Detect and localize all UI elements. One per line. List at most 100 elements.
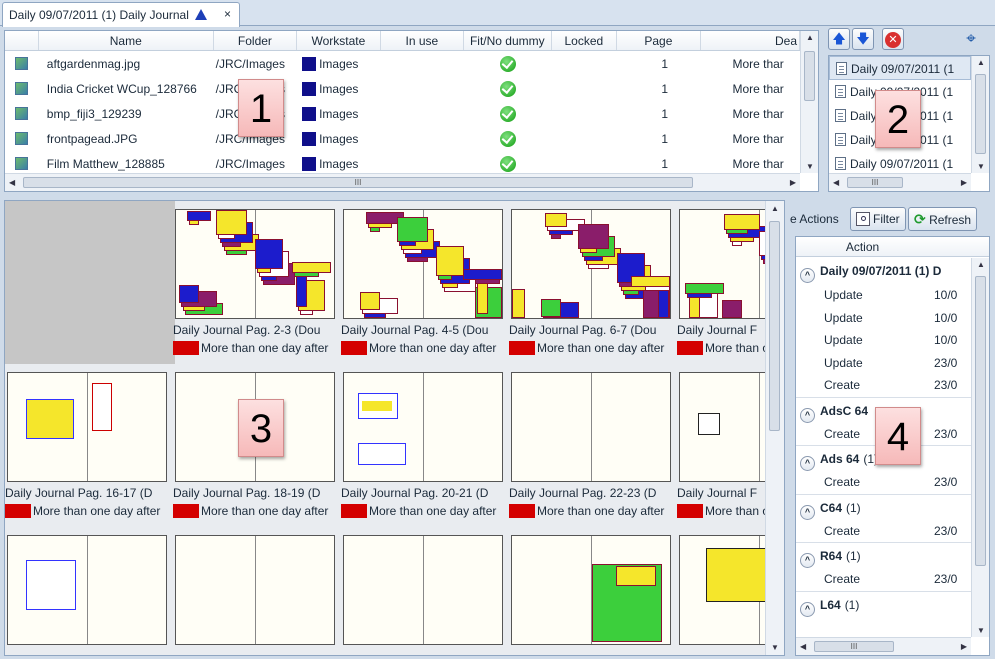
pages-grid: Daily Journal Pag. 2-3 (Dou More than one… (5, 201, 784, 655)
scroll-up-icon[interactable]: ▲ (806, 33, 814, 42)
col-in-use[interactable]: In use (381, 31, 465, 50)
group-count: (1) (846, 500, 861, 515)
file-row[interactable]: frontpagead.JPG/JRC/Images Images 1 More th… (5, 126, 800, 151)
scroll-left-icon[interactable]: ◀ (833, 178, 839, 187)
layout-block (296, 274, 307, 307)
page-spread[interactable] (5, 531, 173, 655)
page-status: More than one day after (173, 504, 341, 518)
action-item[interactable]: Create 23/0 (796, 568, 971, 591)
filter-button[interactable]: Filter (850, 207, 906, 231)
actions-vscroll[interactable]: ▲ ▼ (971, 258, 989, 637)
scroll-down-icon[interactable]: ▼ (977, 626, 985, 635)
status-swatch (173, 341, 199, 355)
page-spread[interactable]: Daily Journal Pag. 16-17 (D More than one… (5, 368, 173, 528)
layout-block (92, 383, 112, 431)
files-vscroll[interactable]: ▲ ▼ (800, 31, 818, 173)
page-spread[interactable]: Daily Journal Pag. 6-7 (Dou More than one… (509, 205, 677, 365)
action-group[interactable]: ^ C64 (1) (796, 493, 971, 520)
action-item[interactable]: Update 10/0 (796, 307, 971, 330)
scroll-up-icon[interactable]: ▲ (977, 58, 985, 67)
move-down-button[interactable]: 🡇 (852, 28, 874, 50)
editions-vscroll[interactable]: ▲ ▼ (971, 56, 989, 173)
file-row[interactable]: bmp_fiji3_129239/JRC/ImagesImages1More t… (5, 101, 800, 126)
edition-item[interactable]: Daily 09/07/2011 (1 (829, 56, 971, 80)
action-item[interactable]: Update 23/0 (796, 352, 971, 375)
action-date: 23/0 (934, 426, 958, 441)
workstate-label: Images (319, 81, 359, 96)
collapse-icon[interactable]: ^ (800, 553, 815, 568)
page-spread[interactable]: Daily Journal Pag. 22-23 (D More than one… (509, 368, 677, 528)
delete-button[interactable]: ✕ (882, 28, 904, 50)
file-row[interactable]: India Cricket WCup_128766/JRC/ImagesImag… (5, 76, 800, 101)
layout-block (578, 224, 609, 249)
pages-vscroll[interactable]: ▲ ▼ (765, 201, 784, 655)
col-name[interactable]: Name (39, 31, 214, 50)
scroll-left-icon[interactable]: ◀ (800, 642, 806, 651)
edition-item[interactable]: Daily 09/07/2011 (1 (829, 152, 971, 173)
scroll-up-icon[interactable]: ▲ (771, 204, 779, 213)
page-caption: Daily Journal Pag. 18-19 (D (173, 486, 321, 500)
edition-label: Daily 09/07/2011 (1 (850, 157, 954, 171)
collapse-icon[interactable]: ^ (800, 456, 815, 471)
action-group[interactable]: ^ L64 (1) (796, 590, 971, 617)
tab-daily-journal[interactable]: Daily 09/07/2011 (1) Daily Journal × (2, 2, 240, 27)
file-row[interactable]: Film Matthew_128885/JRC/Images Images 1 Mor… (5, 151, 800, 173)
collapse-icon[interactable]: ^ (800, 407, 815, 423)
editions-hscroll[interactable]: ◀ III ▶ (829, 173, 971, 191)
page-spread[interactable] (341, 531, 509, 655)
col-page[interactable]: Page (617, 31, 701, 50)
binoculars-icon[interactable]: ⌖ (958, 29, 984, 51)
col-locked[interactable]: Locked (552, 31, 618, 50)
status-swatch (341, 341, 367, 355)
tab-close-icon[interactable]: × (224, 7, 231, 21)
workstate-swatch (302, 156, 317, 171)
page-spread[interactable] (5, 201, 175, 364)
collapse-icon[interactable]: ^ (800, 601, 815, 617)
file-row[interactable]: aftgardenmag.jpg/JRC/Images Images 1 More t… (5, 51, 800, 76)
scroll-down-icon[interactable]: ▼ (771, 643, 779, 652)
file-page: 1 (661, 106, 669, 121)
scroll-right-icon[interactable]: ▶ (961, 178, 967, 187)
files-hscroll[interactable]: ◀ III ▶ (5, 173, 800, 191)
scroll-thumb[interactable] (975, 276, 986, 566)
actions-hscroll[interactable]: ◀ III ▶ (796, 637, 971, 655)
page-spread[interactable] (509, 531, 677, 655)
collapse-icon[interactable]: ^ (800, 268, 815, 283)
refresh-button[interactable]: ⟳ Refresh (908, 207, 978, 231)
page-spread[interactable]: Daily Journal Pag. 4-5 (Dou More than one… (341, 205, 509, 365)
files-header: Name Folder Workstate In use Fit/No dumm… (5, 31, 800, 51)
page-spread[interactable]: Daily Journal Pag. 20-21 (D More than one… (341, 368, 509, 528)
scroll-right-icon[interactable]: ▶ (790, 178, 796, 187)
collapse-icon[interactable]: ^ (800, 504, 815, 520)
col-folder[interactable]: Folder (214, 31, 298, 50)
layout-block (512, 289, 525, 318)
scroll-left-icon[interactable]: ◀ (9, 178, 15, 187)
page-spread[interactable] (173, 531, 341, 655)
scroll-down-icon[interactable]: ▼ (977, 162, 985, 171)
col-fit[interactable]: Fit/No dummy (464, 31, 552, 50)
check-circle-icon (499, 130, 516, 147)
actions-toolbar: e Actions Filter ⟳ Refresh (790, 207, 990, 233)
scroll-right-icon[interactable]: ▶ (961, 642, 967, 651)
hscroll-thumb[interactable]: III (814, 641, 894, 652)
hscroll-thumb[interactable]: III (23, 177, 693, 188)
action-group[interactable]: ^ Daily 09/07/2011 (1) D (796, 258, 971, 284)
scroll-thumb[interactable] (804, 51, 815, 101)
action-item[interactable]: Update 10/0 (796, 284, 971, 307)
action-item[interactable]: Create 23/0 (796, 374, 971, 397)
col-deadline[interactable]: Dea (701, 31, 800, 50)
scroll-down-icon[interactable]: ▼ (806, 162, 814, 171)
scroll-thumb[interactable] (769, 221, 780, 431)
page-spread[interactable]: Daily Journal Pag. 2-3 (Dou More than one… (173, 205, 341, 365)
move-up-button[interactable]: 🡅 (828, 28, 850, 50)
actions-column-header[interactable]: Action (796, 237, 989, 257)
col-workstate[interactable]: Workstate (297, 31, 381, 50)
action-item[interactable]: Create 23/0 (796, 471, 971, 494)
page-caption: Daily Journal Pag. 16-17 (D (5, 486, 153, 500)
action-item[interactable]: Create 23/0 (796, 520, 971, 543)
scroll-up-icon[interactable]: ▲ (977, 260, 985, 269)
scroll-thumb[interactable] (975, 74, 986, 154)
hscroll-thumb[interactable]: III (847, 177, 903, 188)
action-item[interactable]: Update 10/0 (796, 329, 971, 352)
action-group[interactable]: ^ R64 (1) (796, 542, 971, 568)
